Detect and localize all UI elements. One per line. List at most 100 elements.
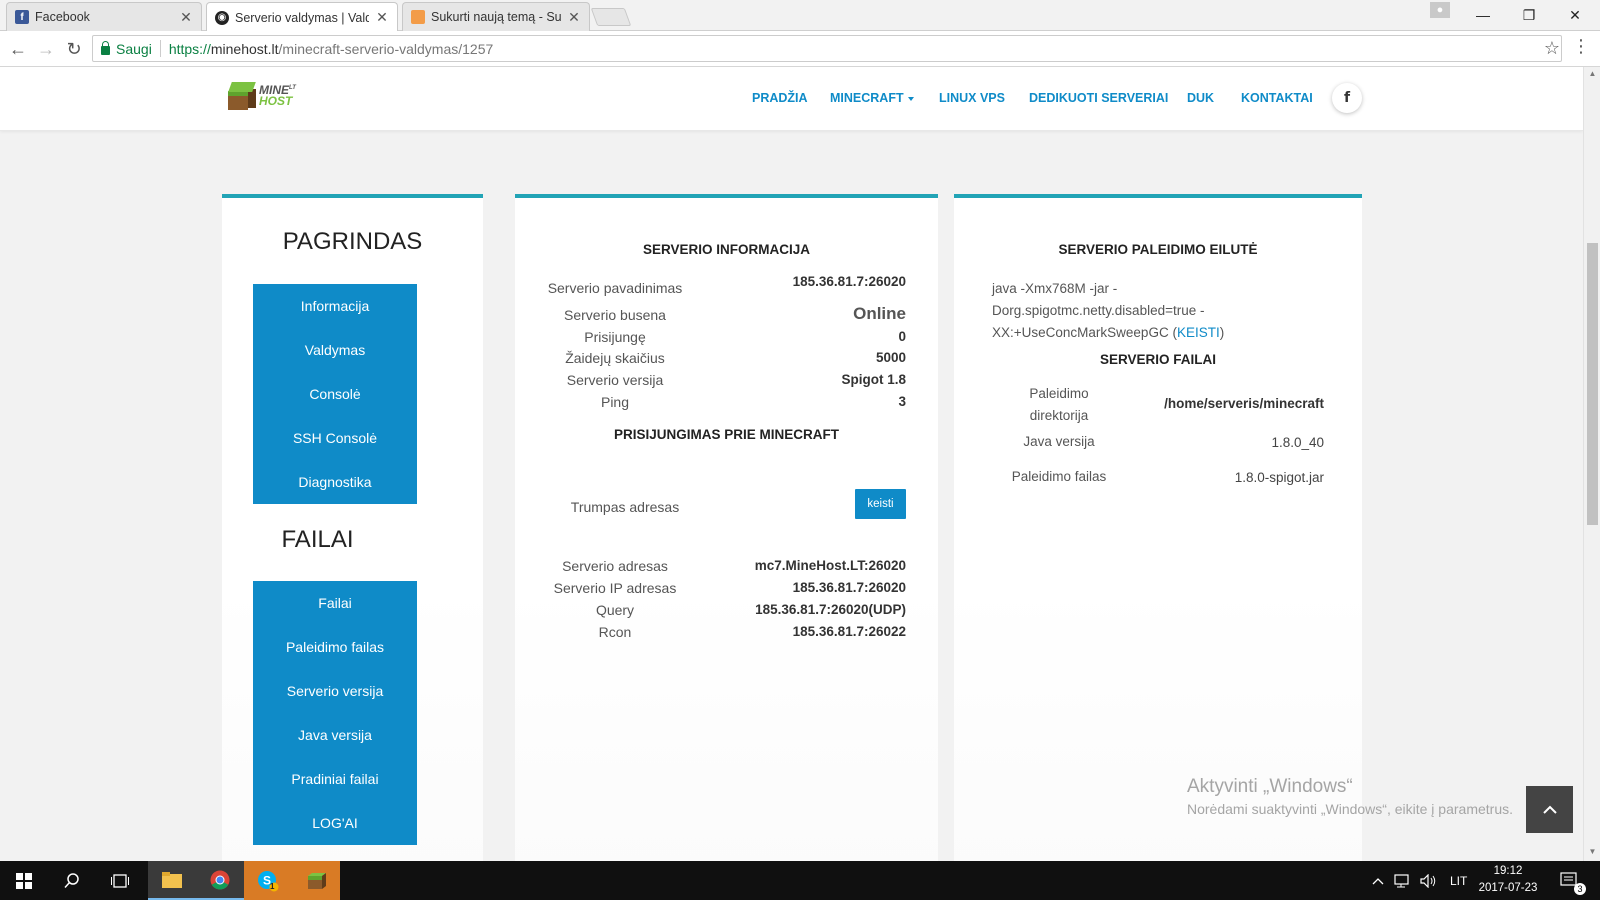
task-view-icon[interactable] — [96, 861, 144, 900]
bookmark-star-icon[interactable]: ☆ — [1544, 38, 1560, 59]
volume-icon[interactable] — [1420, 861, 1438, 900]
logo-text: MINELT HOST — [259, 83, 296, 108]
nav-minecraft[interactable]: MINECRAFT — [830, 91, 914, 105]
startup-panel: SERVERIO PALEIDIMO EILUTĖ java -Xmx768M … — [954, 194, 1362, 861]
server-info-title: SERVERIO INFORMACIJA — [642, 242, 811, 257]
action-center-icon[interactable]: 3 — [1560, 861, 1586, 900]
startup-file-label: Paleidimo failas — [1011, 469, 1107, 484]
reload-icon[interactable]: ↻ — [62, 37, 86, 61]
minehost-logo[interactable]: MINELT HOST — [228, 80, 308, 112]
tab-sukurti-tema[interactable]: Sukurti naują temą - Sup ✕ — [402, 2, 590, 31]
sidebar-item-consple[interactable]: Consolė — [253, 372, 417, 416]
facebook-icon: f — [15, 10, 29, 24]
java-version-label: Java versija — [1023, 434, 1095, 449]
address-bar[interactable]: Saugi https://minehost.lt/minecraft-serv… — [92, 35, 1562, 62]
url-text[interactable]: https://minehost.lt/minecraft-serverio-v… — [161, 41, 493, 57]
url-path: /minecraft-serverio-valdymas/1257 — [278, 40, 494, 57]
nav-minecraft-label: MINECRAFT — [830, 91, 904, 105]
scroll-to-top-button[interactable] — [1526, 786, 1573, 833]
close-icon[interactable]: ✕ — [375, 9, 389, 26]
windows-start-icon[interactable] — [0, 861, 48, 900]
scroll-up-arrow-icon[interactable]: ▲ — [1584, 69, 1600, 78]
page-viewport: MINELT HOST PRADŽIA MINECRAFT LINUX VPS D… — [0, 67, 1583, 861]
browser-menu-icon[interactable]: ⋮ — [1572, 36, 1590, 57]
new-tab-button[interactable] — [590, 8, 632, 26]
minecraft-icon[interactable] — [292, 861, 340, 900]
watermark-subtitle: Norėdami suaktyvinti „Windows“, eikite į… — [1187, 801, 1513, 817]
startup-directory-label: Paleidimo direktorija — [1029, 386, 1089, 423]
server-address-label: Serverio adresas — [562, 558, 668, 574]
startup-file-value: 1.8.0-spigot.jar — [1234, 470, 1324, 485]
sidebar-item-failai[interactable]: Failai — [253, 581, 417, 625]
sidebar-heading-failai: FAILAI — [281, 526, 354, 553]
tab-facebook[interactable]: f Facebook ✕ — [6, 2, 202, 31]
forum-icon — [411, 10, 425, 24]
sidebar-menu-main: Informacija Valdymas Consolė SSH Consolė… — [253, 284, 417, 504]
sidebar-item-logai[interactable]: LOG'AI — [253, 801, 417, 845]
rcon-value: 185.36.81.7:26022 — [792, 624, 906, 639]
user-profile-icon[interactable]: ● — [1430, 2, 1450, 18]
scroll-down-arrow-icon[interactable]: ▼ — [1584, 847, 1600, 856]
sidebar-item-diagnostika[interactable]: Diagnostika — [253, 460, 417, 504]
sidebar-item-serverio-versija[interactable]: Serverio versija — [253, 669, 417, 713]
skype-icon[interactable]: S 1 — [244, 861, 292, 900]
sidebar-item-java-versija[interactable]: Java versija — [253, 713, 417, 757]
forward-arrow-icon[interactable]: → — [34, 37, 58, 61]
sidebar-item-ssh-console[interactable]: SSH Consolė — [253, 416, 417, 460]
server-status-label: Serverio busena — [564, 307, 666, 323]
nav-duk[interactable]: DUK — [1187, 91, 1214, 105]
sidebar-item-pradiniai-failai[interactable]: Pradiniai failai — [253, 757, 417, 801]
server-version-value: Spigot 1.8 — [841, 372, 906, 387]
close-icon[interactable]: ✕ — [567, 9, 581, 26]
nav-pradzia[interactable]: PRADŽIA — [752, 91, 808, 105]
server-info-panel: SERVERIO INFORMACIJA Serverio pavadinima… — [515, 194, 938, 861]
server-version-label: Serverio versija — [566, 372, 664, 388]
back-arrow-icon[interactable]: ← — [6, 37, 30, 61]
sidebar-heading-pagrindas: PAGRINDAS — [282, 228, 423, 255]
change-address-button[interactable]: keisti — [855, 489, 906, 519]
clock-date: 2017-07-23 — [1478, 882, 1538, 894]
close-window-icon[interactable]: ✕ — [1552, 0, 1598, 30]
page-scrollbar[interactable]: ▲ ▼ — [1583, 67, 1600, 861]
nav-dedikuoti-serveriai[interactable]: DEDIKUOTI SERVERIAI — [1029, 91, 1168, 105]
startup-command: java -Xmx768M -jar - Dorg.spigotmc.netty… — [992, 278, 1252, 344]
startup-line-3-end: ) — [1219, 325, 1225, 340]
max-players-value: 5000 — [875, 350, 906, 365]
chevron-up-icon[interactable] — [1372, 861, 1384, 900]
startup-line-3-text: XX:+UseConcMarkSweepGC ( — [992, 325, 1177, 340]
nav-kontaktai[interactable]: KONTAKTAI — [1241, 91, 1313, 105]
server-status-value: Online — [853, 304, 906, 323]
browser-toolbar: ← → ↻ Saugi https://minehost.lt/minecraf… — [0, 31, 1600, 67]
startup-directory-value: /home/serveris/minecraft — [1164, 396, 1324, 411]
windows-taskbar: S 1 LIT 19:12 2017-07-23 3 — [0, 861, 1600, 900]
chevron-down-icon — [907, 96, 914, 101]
sidebar-item-informacija[interactable]: Informacija — [253, 284, 417, 328]
notification-count-badge: 3 — [1574, 883, 1586, 895]
sidebar-item-valdymas[interactable]: Valdymas — [253, 328, 417, 372]
server-files-title: SERVERIO FAILAI — [1099, 352, 1217, 367]
network-icon[interactable] — [1394, 861, 1412, 900]
server-name-value: 185.36.81.7:26020 — [792, 274, 906, 289]
system-clock[interactable]: 19:12 2017-07-23 — [1478, 863, 1538, 897]
watermark-title: Aktyvinti „Windows“ — [1187, 776, 1353, 797]
restore-icon[interactable]: ❐ — [1506, 0, 1552, 30]
facebook-icon[interactable]: f — [1332, 83, 1362, 113]
chrome-icon[interactable] — [196, 861, 244, 900]
java-version-value: 1.8.0_40 — [1271, 435, 1324, 450]
minimize-icon[interactable]: — — [1460, 0, 1506, 30]
sidebar-panel: PAGRINDAS Informacija Valdymas Consolė S… — [222, 194, 483, 861]
search-icon[interactable] — [48, 861, 96, 900]
close-icon[interactable]: ✕ — [179, 9, 193, 26]
minehost-icon: ◉ — [215, 10, 229, 25]
security-indicator[interactable]: Saugi — [93, 40, 161, 57]
scrollbar-thumb[interactable] — [1587, 243, 1598, 525]
rcon-label: Rcon — [598, 624, 632, 640]
keisti-link[interactable]: KEISTI — [1177, 325, 1220, 340]
sidebar-item-paleidimo-failas[interactable]: Paleidimo failas — [253, 625, 417, 669]
short-address-label: Trumpas adresas — [570, 499, 680, 515]
tab-title: Sukurti naują temą - Sup — [431, 10, 561, 24]
tab-serverio-valdymas[interactable]: ◉ Serverio valdymas | Valdy ✕ — [206, 2, 398, 32]
file-explorer-icon[interactable] — [148, 861, 196, 900]
language-indicator[interactable]: LIT — [1450, 861, 1467, 900]
nav-linux-vps[interactable]: LINUX VPS — [939, 91, 1005, 105]
